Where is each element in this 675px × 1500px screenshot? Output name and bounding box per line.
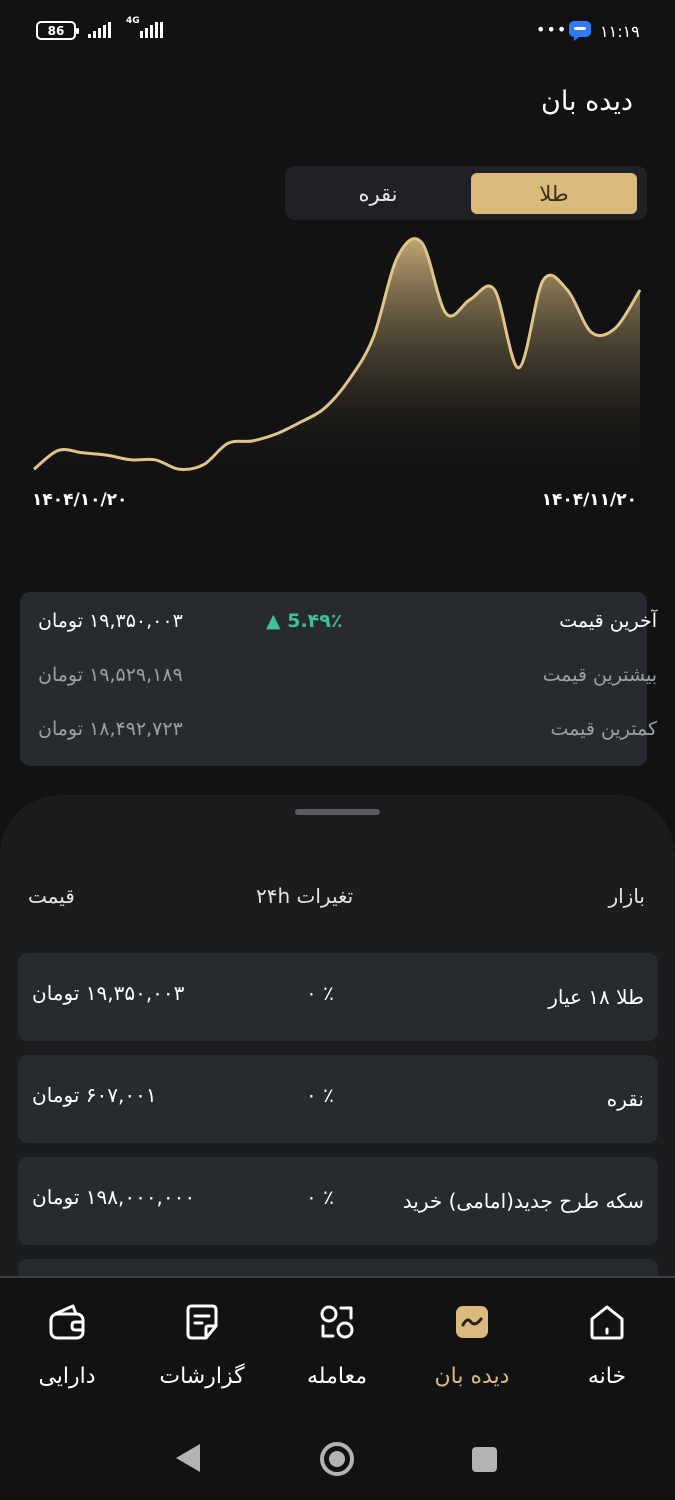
max-price-label: بیشترین قیمت (542, 664, 657, 686)
page-title: دیده بان (540, 86, 633, 117)
market-row-coin[interactable]: سکه طرح جدید(امامی) خرید ٪ ۰ ۱۹۸,۰۰۰,۰۰۰… (18, 1157, 658, 1245)
nav-assets-label: دارایی (38, 1364, 96, 1389)
market-row-price: ۱۹,۳۵۰,۰۰۳ تومان (32, 981, 185, 1005)
last-price-row: آخرین قیمت ▲ 5.۴۹٪ ۱۹,۳۵۰,۰۰۳ تومان (0, 610, 675, 640)
home-button-icon[interactable] (320, 1442, 354, 1476)
change-percent: ▲ 5.۴۹٪ (266, 610, 343, 632)
trade-icon (320, 1305, 354, 1339)
max-price-row: بیشترین قیمت ۱۹,۵۲۹,۱۸۹ تومان (0, 664, 675, 694)
signal-icon-secondary (140, 22, 163, 38)
nav-assets[interactable]: دارایی (7, 1300, 127, 1400)
nav-watch-label: دیده بان (434, 1364, 510, 1389)
chart-end-date: ۱۴۰۴/۱۱/۲۰ (541, 490, 637, 510)
back-icon[interactable] (176, 1444, 200, 1472)
min-price-row: کمترین قیمت ۱۸,۴۹۲,۷۲۳ تومان (0, 718, 675, 748)
market-row-price: ۶۰۷,۰۰۱ تومان (32, 1083, 157, 1107)
market-row-name: نقره (606, 1087, 644, 1111)
price-chart (33, 237, 642, 482)
nav-reports-label: گزارشات (159, 1364, 245, 1389)
report-icon (186, 1304, 218, 1340)
tab-silver[interactable]: نقره (295, 173, 461, 214)
column-header-change: تغیرات ۲۴h (256, 884, 354, 908)
nav-trade[interactable]: معامله (277, 1300, 397, 1400)
market-row-partial[interactable] (18, 1259, 658, 1276)
tab-gold[interactable]: طلا (471, 173, 637, 214)
last-price-label: آخرین قیمت (559, 610, 657, 632)
battery-icon: 86 (36, 21, 79, 40)
sheet-drag-handle[interactable] (295, 809, 380, 815)
system-nav-bar (0, 1406, 675, 1500)
market-row-change: ٪ ۰ (306, 1185, 334, 1209)
market-row-change: ٪ ۰ (306, 1083, 334, 1107)
min-price-label: کمترین قیمت (550, 718, 658, 740)
bottom-nav: خانه دیده بان معامله گزارشات دارایی (0, 1278, 675, 1406)
max-price-value: ۱۹,۵۲۹,۱۸۹ تومان (38, 664, 183, 686)
status-bar: 86 4G ••• ۱۱:۱۹ (0, 0, 675, 62)
nav-home-label: خانه (587, 1364, 627, 1389)
home-icon (590, 1305, 624, 1340)
nav-home[interactable]: خانه (547, 1300, 667, 1400)
chart-start-date: ۱۴۰۴/۱۰/۲۰ (32, 490, 128, 510)
last-price-value: ۱۹,۳۵۰,۰۰۳ تومان (38, 610, 183, 632)
chart-icon (456, 1306, 488, 1338)
market-row-name: سکه طرح جدید(امامی) خرید (402, 1189, 644, 1213)
column-header-price: قیمت (28, 884, 75, 908)
market-row-change: ٪ ۰ (306, 981, 334, 1005)
nav-trade-label: معامله (307, 1364, 367, 1389)
battery-level: 86 (47, 23, 65, 38)
min-price-value: ۱۸,۴۹۲,۷۲۳ تومان (38, 718, 183, 740)
market-row-gold18[interactable]: طلا ۱۸ عیار ٪ ۰ ۱۹,۳۵۰,۰۰۳ تومان (18, 953, 658, 1041)
recent-apps-icon[interactable] (472, 1447, 497, 1472)
market-row-silver[interactable]: نقره ٪ ۰ ۶۰۷,۰۰۱ تومان (18, 1055, 658, 1143)
nav-watch[interactable]: دیده بان (412, 1300, 532, 1400)
market-row-price: ۱۹۸,۰۰۰,۰۰۰ تومان (32, 1185, 196, 1209)
clock: ۱۱:۱۹ (600, 22, 640, 41)
message-app-icon (569, 21, 591, 41)
nav-reports[interactable]: گزارشات (142, 1300, 262, 1400)
network-type: 4G (126, 16, 140, 26)
metal-toggle: طلا نقره (285, 166, 647, 220)
column-header-market: بازار (608, 884, 645, 908)
wallet-icon (49, 1304, 85, 1340)
market-row-name: طلا ۱۸ عیار (548, 985, 644, 1009)
signal-icon (88, 22, 111, 38)
notification-dots: ••• (536, 20, 568, 39)
